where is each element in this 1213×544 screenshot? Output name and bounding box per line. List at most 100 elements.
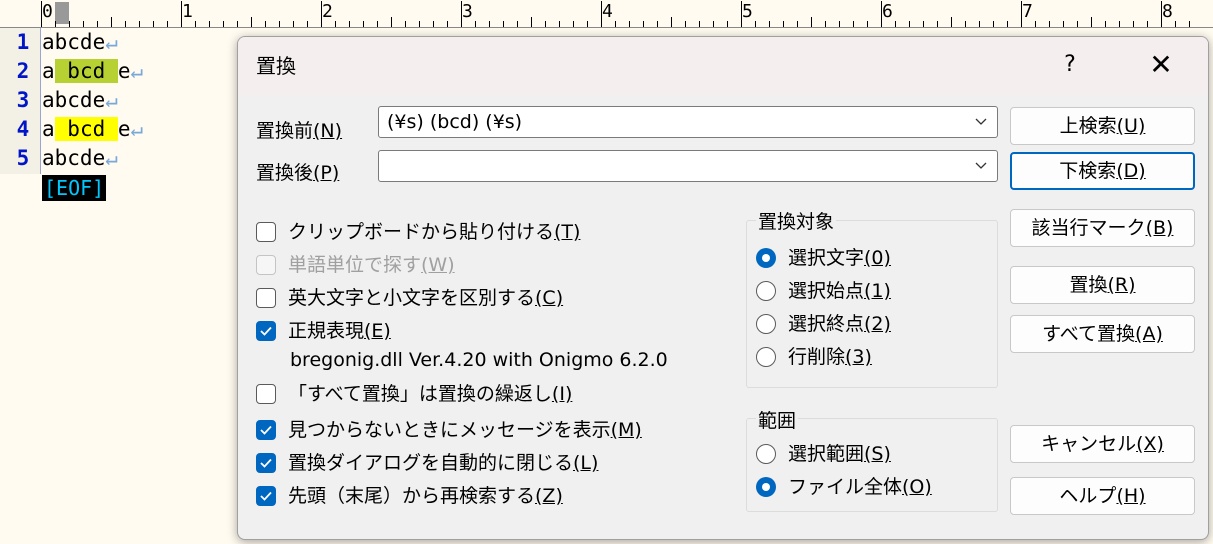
chevron-down-icon[interactable]: [975, 116, 987, 128]
ruler-tick: [1077, 21, 1078, 27]
checkbox-box[interactable]: [256, 453, 276, 473]
find-label: 置換前(N): [256, 115, 342, 147]
mnemonic-key: (L): [573, 452, 599, 474]
ruler-tick: [671, 17, 672, 27]
radio-circle[interactable]: [756, 314, 776, 334]
editor-line[interactable]: abcde↵: [42, 86, 118, 115]
line-number: 4: [16, 117, 30, 141]
label-text: 英大文字と小文字を区別する: [288, 287, 536, 309]
line-text: a: [42, 117, 55, 141]
help-icon[interactable]: ?: [1056, 45, 1084, 85]
ruler-tick: [545, 21, 546, 27]
checkbox-box[interactable]: [256, 384, 276, 404]
ruler: 0 1 2 3 4 5 6 7 8: [0, 0, 1213, 28]
ruler-tick: [475, 21, 476, 27]
ruler-tick: [727, 21, 728, 27]
line-break-icon: ↵: [130, 117, 144, 141]
checkbox-box[interactable]: [256, 321, 276, 341]
editor-line[interactable]: abcde↵: [42, 28, 118, 57]
checkbox-label: クリップボードから貼り付ける(T): [288, 218, 580, 246]
label-text: 選択終点: [788, 313, 865, 335]
ruler-tick: [699, 21, 700, 27]
ruler-tick: [867, 21, 868, 27]
ruler-tick: [965, 21, 966, 27]
ruler-tick: [657, 21, 658, 27]
checkbox-box[interactable]: [256, 222, 276, 242]
search-down-button[interactable]: 下検索(D): [1010, 152, 1195, 190]
ruler-tick: [1105, 21, 1106, 27]
radio-circle[interactable]: [756, 281, 776, 301]
editor-line[interactable]: abcde↵: [42, 144, 118, 173]
radio-circle[interactable]: [756, 477, 776, 497]
ruler-tick: [895, 21, 896, 27]
checkbox-label: 先頭（末尾）から再検索する(Z): [288, 482, 563, 510]
radio-circle[interactable]: [756, 347, 776, 367]
ruler-tick: [125, 21, 126, 27]
radio-label: 選択範囲(S): [788, 440, 891, 468]
ruler-tick: [237, 21, 238, 27]
ruler-tick: [55, 21, 56, 27]
mark-lines-button[interactable]: 該当行マーク(B): [1010, 209, 1195, 247]
ruler-tick: [979, 21, 980, 27]
ruler-tick: [111, 17, 112, 27]
ruler-tick: [713, 21, 714, 27]
ruler-tick: [1049, 21, 1050, 27]
ruler-tick: [741, 1, 742, 27]
mnemonic-key: (R): [1107, 274, 1136, 296]
radio-circle[interactable]: [756, 444, 776, 464]
ruler-tick: [1147, 21, 1148, 27]
label-text: 行削除: [788, 346, 846, 368]
dialog-titlebar[interactable]: 置換 ? ✕: [238, 37, 1208, 95]
replace-all-button[interactable]: すべて置換(A): [1010, 315, 1195, 353]
replace-button[interactable]: 置換(R): [1010, 266, 1195, 304]
label-text: 置換ダイアログを自動的に閉じる: [288, 452, 574, 474]
help-button[interactable]: ヘルプ(H): [1010, 477, 1195, 515]
radio-label: 行削除(3): [788, 343, 872, 371]
ruler-tick: [223, 21, 224, 27]
radio-circle[interactable]: [756, 248, 776, 268]
ruler-tick: [349, 21, 350, 27]
ruler-tick: [377, 21, 378, 27]
ruler-tick: [391, 17, 392, 27]
editor-line[interactable]: a bcd e↵: [42, 57, 143, 86]
mnemonic-key: (1): [864, 280, 891, 302]
ruler-tick: [97, 21, 98, 27]
line-break-icon: ↵: [130, 59, 144, 83]
replace-combo[interactable]: [378, 150, 998, 182]
editor-line[interactable]: a bcd e↵: [42, 115, 143, 144]
close-icon[interactable]: ✕: [1144, 45, 1178, 85]
ruler-tick: [755, 21, 756, 27]
checkbox-box[interactable]: [256, 288, 276, 308]
label-text: 上検索: [1059, 115, 1117, 137]
label-text: ファイル全体: [788, 476, 903, 498]
radio-label: 選択文字(0): [788, 244, 891, 272]
label-text: 正規表現: [288, 320, 365, 342]
ruler-tick: [321, 1, 322, 27]
find-input[interactable]: (¥s) (bcd) (¥s): [387, 107, 522, 137]
chevron-down-icon[interactable]: [975, 160, 987, 172]
replace-dialog: 置換 ? ✕ 置換前(N) (¥s) (bcd) (¥s) 置換後(P) 上検索…: [237, 36, 1209, 540]
mnemonic-key: (S): [864, 443, 891, 465]
ruler-tick: [881, 1, 882, 27]
mnemonic-key: (3): [845, 346, 872, 368]
ruler-tick: [643, 21, 644, 27]
mnemonic-key: (W): [421, 254, 455, 276]
label-text: 単語単位で探す: [288, 254, 422, 276]
checkbox-box[interactable]: [256, 420, 276, 440]
line-text: abcde: [42, 146, 106, 170]
ruler-tick: [195, 21, 196, 27]
ruler-tick: [685, 21, 686, 27]
checkmark-icon: [260, 326, 272, 336]
mnemonic-key: (U): [1116, 115, 1146, 137]
ruler-tick: [909, 21, 910, 27]
find-combo[interactable]: (¥s) (bcd) (¥s): [378, 106, 998, 138]
ruler-tick: [251, 17, 252, 27]
search-up-button[interactable]: 上検索(U): [1010, 107, 1195, 145]
cancel-button[interactable]: キャンセル(X): [1010, 425, 1195, 463]
line-text: e: [117, 117, 131, 141]
mnemonic-key: (0): [864, 247, 891, 269]
dialog-title: 置換: [256, 54, 296, 78]
mnemonic-key: (I): [551, 383, 573, 405]
checkbox-box: [256, 255, 276, 275]
checkbox-box[interactable]: [256, 486, 276, 506]
